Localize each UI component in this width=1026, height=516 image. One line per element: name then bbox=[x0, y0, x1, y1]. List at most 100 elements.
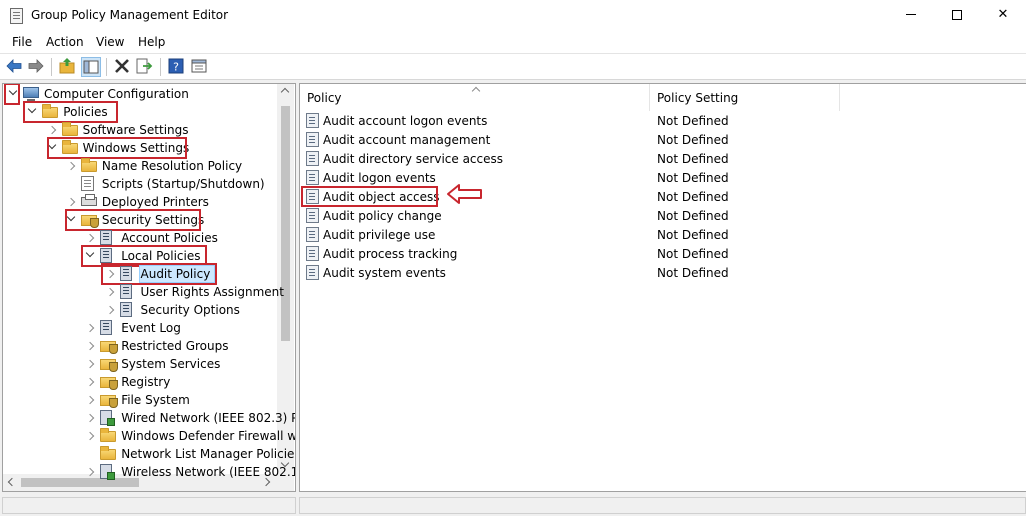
tree-vertical-scroll-thumb[interactable] bbox=[281, 106, 290, 341]
folder-icon bbox=[61, 122, 78, 136]
policy-icon bbox=[100, 320, 113, 335]
export-list-button[interactable] bbox=[135, 57, 155, 77]
list-item[interactable]: Audit policy change Not Defined bbox=[300, 206, 840, 225]
list-item[interactable]: Audit privilege use Not Defined bbox=[300, 225, 840, 244]
show-hide-console-tree-button[interactable] bbox=[81, 57, 101, 77]
policy-setting-icon bbox=[306, 113, 319, 128]
callout-arrow-icon bbox=[447, 184, 482, 204]
collapse-arrow-icon[interactable] bbox=[47, 125, 56, 135]
tree-item[interactable]: Wireless Network (IEEE 802.11 bbox=[3, 463, 295, 481]
sort-ascending-icon bbox=[472, 84, 480, 92]
toolbar: ? bbox=[0, 53, 1026, 80]
status-bar-right bbox=[299, 497, 1026, 514]
list-item[interactable]: Audit account management Not Defined bbox=[300, 130, 840, 149]
policy-setting-value: Not Defined bbox=[657, 114, 729, 128]
tree-item-label: Scripts (Startup/Shutdown) bbox=[101, 177, 265, 191]
tree-item-label: Account Policies bbox=[121, 231, 218, 245]
collapse-arrow-icon[interactable] bbox=[85, 395, 95, 405]
menu-action[interactable]: Action bbox=[46, 35, 84, 49]
printer-icon bbox=[80, 194, 97, 206]
policy-name: Audit process tracking bbox=[323, 247, 458, 261]
tree-item-label: User Rights Assignment bbox=[140, 285, 284, 299]
policy-setting-icon bbox=[306, 265, 319, 280]
console-content: Computer Configuration Policies Software S… bbox=[0, 80, 1026, 516]
policy-name: Audit policy change bbox=[323, 209, 442, 223]
minimize-button[interactable] bbox=[888, 0, 934, 31]
tree-item-label: Event Log bbox=[121, 321, 181, 335]
collapse-arrow-icon[interactable] bbox=[105, 287, 114, 297]
app-icon bbox=[10, 8, 23, 24]
forward-button[interactable] bbox=[27, 57, 47, 77]
column-header-policy[interactable]: Policy bbox=[300, 84, 650, 111]
tree-item-label: Software Settings bbox=[82, 123, 189, 137]
status-bar-left bbox=[2, 497, 296, 514]
column-header-policy-setting[interactable]: Policy Setting bbox=[650, 84, 840, 111]
console-tree[interactable]: Computer Configuration Policies Software S… bbox=[2, 83, 296, 492]
tree-item[interactable]: Registry bbox=[3, 373, 277, 391]
tree-item[interactable]: System Services bbox=[3, 355, 277, 373]
column-header-policy-label: Policy bbox=[307, 91, 342, 105]
tree-item[interactable]: Security Options bbox=[3, 301, 277, 319]
minimize-icon bbox=[906, 14, 916, 15]
annotation-highlight-box bbox=[101, 263, 217, 285]
back-button[interactable] bbox=[5, 57, 25, 77]
delete-button[interactable] bbox=[113, 57, 133, 77]
collapse-arrow-icon[interactable] bbox=[85, 377, 95, 387]
list-item[interactable]: Audit directory service access Not Define… bbox=[300, 149, 840, 168]
export-list-icon bbox=[136, 58, 153, 74]
menu-file[interactable]: File bbox=[12, 35, 32, 49]
up-folder-icon bbox=[59, 58, 75, 74]
maximize-button[interactable] bbox=[934, 0, 980, 31]
tree-item[interactable]: Windows Defender Firewall w bbox=[3, 427, 295, 445]
scroll-up-arrow-icon[interactable] bbox=[280, 87, 290, 97]
tree-item[interactable]: Scripts (Startup/Shutdown) bbox=[3, 175, 277, 193]
tree-item[interactable]: Name Resolution Policy bbox=[3, 157, 277, 175]
collapse-arrow-icon[interactable] bbox=[85, 413, 95, 423]
status-bar bbox=[0, 495, 1026, 516]
collapse-arrow-icon[interactable] bbox=[85, 431, 95, 441]
properties-pane-button[interactable] bbox=[190, 57, 210, 77]
list-item[interactable]: Audit system events Not Defined bbox=[300, 263, 840, 282]
help-button[interactable]: ? bbox=[167, 57, 187, 77]
collapse-arrow-icon[interactable] bbox=[85, 359, 95, 369]
policy-name: Audit directory service access bbox=[323, 152, 504, 166]
security-folder-icon bbox=[100, 359, 119, 372]
tree-item[interactable]: User Rights Assignment bbox=[3, 283, 284, 301]
menu-bar: File Action View Help bbox=[0, 31, 1026, 53]
tree-item-label: File System bbox=[121, 393, 190, 407]
collapse-arrow-icon[interactable] bbox=[85, 341, 95, 351]
up-one-level-button[interactable] bbox=[58, 57, 78, 77]
list-item[interactable]: Audit account logon events Not Defined bbox=[300, 111, 840, 130]
tree-item[interactable]: Wired Network (IEEE 802.3) Po bbox=[3, 409, 295, 427]
collapse-arrow-icon[interactable] bbox=[105, 305, 114, 315]
collapse-arrow-icon[interactable] bbox=[85, 323, 95, 333]
policy-setting-value: Not Defined bbox=[657, 228, 729, 242]
policy-setting-icon bbox=[306, 246, 319, 261]
annotation-highlight-box bbox=[4, 84, 20, 105]
column-header-policy-setting-label: Policy Setting bbox=[657, 91, 739, 105]
menu-help[interactable]: Help bbox=[138, 35, 165, 49]
tree-item[interactable]: File System bbox=[3, 391, 277, 409]
close-button[interactable]: ✕ bbox=[980, 0, 1026, 31]
collapse-arrow-icon[interactable] bbox=[85, 467, 95, 477]
tree-item-label: Deployed Printers bbox=[101, 195, 209, 209]
policy-setting-value: Not Defined bbox=[657, 190, 729, 204]
collapse-arrow-icon[interactable] bbox=[66, 161, 76, 171]
policy-list-view[interactable]: Policy Policy Setting Audit account logo… bbox=[299, 83, 1026, 492]
policy-icon bbox=[119, 302, 132, 317]
tree-item[interactable]: Restricted Groups bbox=[3, 337, 277, 355]
collapse-arrow-icon[interactable] bbox=[85, 233, 95, 243]
tree-item-label: Security Options bbox=[140, 303, 240, 317]
tree-item[interactable]: Network List Manager Policie bbox=[3, 445, 294, 463]
tree-item-label: Computer Configuration bbox=[44, 87, 189, 101]
list-item[interactable]: Audit process tracking Not Defined bbox=[300, 244, 840, 263]
policy-setting-icon bbox=[306, 208, 319, 223]
computer-icon bbox=[23, 87, 39, 102]
tree-item-label: Wired Network (IEEE 802.3) Po bbox=[121, 411, 296, 425]
menu-view[interactable]: View bbox=[96, 35, 124, 49]
tree-item-label: Windows Defender Firewall w bbox=[121, 429, 296, 443]
list-item[interactable]: Audit logon events Not Defined bbox=[300, 168, 840, 187]
tree-item[interactable]: Event Log bbox=[3, 319, 277, 337]
svg-text:?: ? bbox=[173, 61, 179, 74]
collapse-arrow-icon[interactable] bbox=[66, 197, 76, 207]
